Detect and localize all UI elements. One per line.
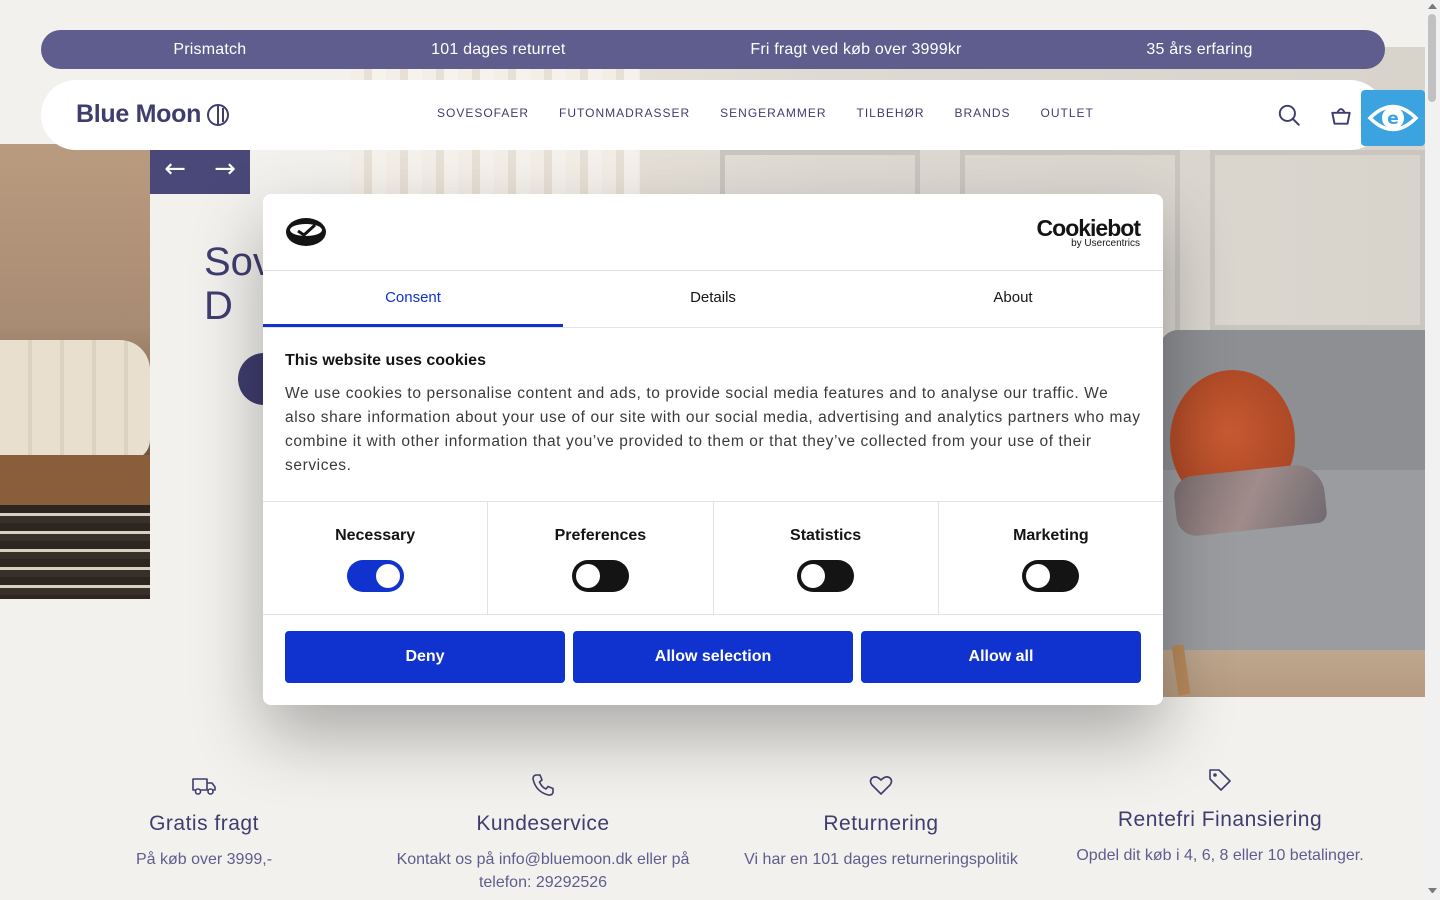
futon-mattress	[0, 340, 150, 460]
feature-text: Opdel dit køb i 4, 6, 8 eller 10 betalin…	[1076, 847, 1364, 864]
feature-text: Kontakt os på info@bluemoon.dk eller på …	[396, 851, 690, 891]
logo[interactable]: Blue Moon	[76, 100, 230, 129]
site-header: Blue Moon SOVESOFAER FUTONMADRASSER SENG…	[41, 80, 1385, 150]
feature-title: Gratis fragt	[149, 812, 259, 835]
feature-free-shipping: Gratis fragt På køb over 3999,-	[44, 772, 364, 871]
feature-title: Kundeservice	[476, 812, 610, 835]
toggle-label: Preferences	[554, 527, 647, 544]
dialog-text: We use cookies to personalise content an…	[285, 385, 1141, 474]
slider-nav: ← →	[150, 144, 250, 194]
search-icon[interactable]	[1276, 102, 1302, 128]
dialog-title: This website uses cookies	[285, 352, 486, 369]
basket-icon[interactable]	[1328, 102, 1354, 128]
wall-panel	[1210, 150, 1425, 330]
svg-text:e: e	[1387, 109, 1399, 129]
dialog-buttons: Deny Allow selection Allow all	[263, 615, 1163, 699]
scroll-up-icon[interactable]	[1428, 4, 1437, 9]
logo-text: Blue Moon	[76, 100, 202, 128]
marketing-switch[interactable]	[1022, 560, 1080, 592]
futon-base	[0, 455, 150, 505]
usp-item: Fri fragt ved køb over 3999kr	[750, 40, 962, 58]
feature-text: Vi har en 101 dages returneringspolitik	[744, 851, 1018, 868]
phone-icon	[532, 774, 554, 796]
usp-item: Prismatch	[173, 40, 247, 58]
dialog-tabs: Consent Details About	[263, 271, 1163, 328]
allow-selection-button[interactable]: Allow selection	[573, 631, 853, 683]
preferences-switch[interactable]	[571, 560, 629, 592]
site-logo-icon	[286, 218, 326, 246]
necessary-switch[interactable]	[346, 560, 404, 592]
arrow-right-icon[interactable]: →	[200, 144, 250, 194]
tab-consent[interactable]: Consent	[263, 271, 563, 327]
tag-icon	[1209, 769, 1231, 791]
dialog-body: This website uses cookies We use cookies…	[263, 328, 1163, 502]
allow-all-button[interactable]: Allow all	[861, 631, 1141, 683]
nav-item-sengerammer[interactable]: SENGERAMMER	[720, 106, 826, 120]
nav-item-tilbehor[interactable]: TILBEHØR	[857, 106, 925, 120]
heart-icon	[869, 776, 893, 795]
deny-button[interactable]: Deny	[285, 631, 565, 683]
moon-icon	[207, 103, 230, 126]
usp-bar: Prismatch 101 dages returret Fri fragt v…	[41, 30, 1385, 69]
feature-title: Returnering	[823, 812, 939, 835]
nav-item-outlet[interactable]: OUTLET	[1041, 106, 1094, 120]
nav-item-futonmadrasser[interactable]: FUTONMADRASSER	[559, 106, 690, 120]
cookiebot-logo[interactable]: Cookiebot by Usercentrics	[1036, 215, 1141, 249]
scroll-down-icon[interactable]	[1428, 888, 1437, 893]
toggle-statistics: Statistics	[714, 502, 939, 614]
dialog-header: Cookiebot by Usercentrics	[263, 194, 1163, 271]
scrollbar[interactable]	[1425, 0, 1440, 900]
tab-details[interactable]: Details	[563, 271, 863, 327]
nav-item-sovesofaer[interactable]: SOVESOFAER	[437, 106, 529, 120]
feature-text: På køb over 3999,-	[135, 851, 273, 868]
toggle-preferences: Preferences	[488, 502, 714, 614]
usp-item: 101 dages returret	[431, 40, 566, 58]
toggle-necessary: Necessary	[263, 502, 489, 614]
nav-item-brands[interactable]: BRANDS	[955, 106, 1011, 120]
tab-about[interactable]: About	[863, 271, 1163, 327]
feature-title: Rentefri Finansiering	[1117, 808, 1323, 831]
cookie-toggles: Necessary Preferences Statistics Marketi…	[263, 502, 1163, 615]
cookiebot-name: Cookiebot	[1036, 215, 1141, 241]
arrow-left-icon[interactable]: ←	[150, 144, 200, 194]
toggle-label: Necessary	[335, 527, 416, 544]
main-nav: SOVESOFAER FUTONMADRASSER SENGERAMMER TI…	[437, 106, 1094, 120]
toggle-label: Statistics	[790, 527, 862, 544]
truck-icon	[192, 778, 216, 795]
toggle-label: Marketing	[1013, 527, 1089, 544]
books	[0, 505, 150, 599]
scrollbar-thumb[interactable]	[1428, 14, 1436, 102]
toggle-marketing: Marketing	[939, 502, 1163, 614]
feature-customer-service: Kundeservice Kontakt os på info@bluemoon…	[383, 772, 703, 894]
cookie-consent-dialog: Cookiebot by Usercentrics Consent Detail…	[263, 194, 1163, 705]
feature-financing: Rentefri Finansiering Opdel dit køb i 4,…	[1060, 766, 1380, 867]
usp-item: 35 års erfaring	[1146, 40, 1253, 58]
statistics-switch[interactable]	[797, 560, 855, 592]
feature-returns: Returnering Vi har en 101 dages returner…	[721, 772, 1041, 871]
accessibility-eye-icon[interactable]: e	[1361, 90, 1425, 146]
